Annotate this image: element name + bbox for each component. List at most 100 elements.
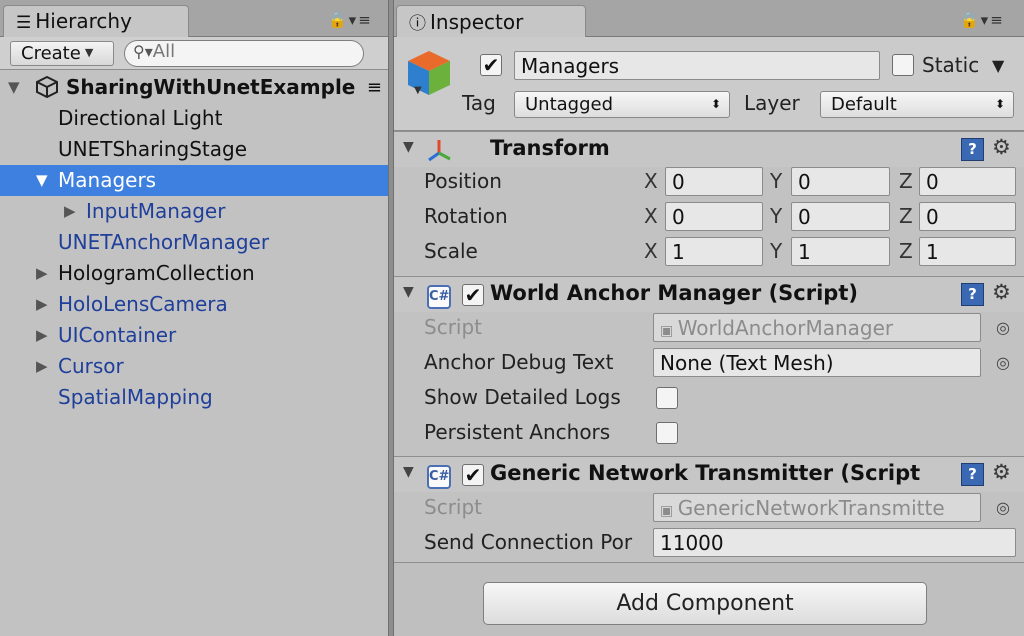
position-x-field[interactable]: 0 bbox=[665, 167, 763, 196]
position-y-field[interactable]: 0 bbox=[791, 167, 890, 196]
axis-y-label: Y bbox=[770, 169, 783, 193]
expand-closed-icon[interactable]: ▶ bbox=[36, 258, 48, 289]
transform-header[interactable]: ▼ Transform ? ⚙ bbox=[394, 131, 1024, 167]
expand-closed-icon[interactable]: ▶ bbox=[36, 289, 48, 320]
item-label: Directional Light bbox=[58, 106, 223, 130]
position-label: Position bbox=[424, 169, 502, 193]
tab-hierarchy[interactable]: ☰ Hierarchy bbox=[3, 5, 189, 38]
script-label: Script bbox=[424, 315, 483, 339]
show-detailed-logs-checkbox[interactable] bbox=[656, 387, 678, 409]
object-header: ▼ ✔ Managers Static ▼ Tag Untagged ⬍ Laye… bbox=[394, 37, 1024, 131]
gear-icon[interactable]: ⚙ bbox=[992, 280, 1011, 304]
help-icon[interactable]: ? bbox=[961, 463, 984, 486]
world-anchor-manager-title: World Anchor Manager (Script) bbox=[490, 281, 858, 305]
tab-hierarchy-label: Hierarchy bbox=[35, 9, 132, 33]
create-button[interactable]: Create ▼ bbox=[10, 41, 114, 66]
active-checkbox[interactable]: ✔ bbox=[480, 54, 502, 76]
axis-z-label: Z bbox=[899, 239, 913, 263]
show-detailed-logs-label: Show Detailed Logs bbox=[424, 385, 621, 409]
updown-icon: ⬍ bbox=[710, 97, 721, 111]
add-component-button[interactable]: Add Component bbox=[483, 582, 927, 625]
item-label: HoloLensCamera bbox=[58, 292, 228, 316]
scene-root[interactable]: ▼ SharingWithUnetExample ≡ bbox=[0, 72, 388, 103]
hierarchy-item-unet-anchor-manager[interactable]: UNETAnchorManager bbox=[0, 227, 388, 258]
static-checkbox[interactable] bbox=[892, 54, 914, 76]
component-enabled-checkbox[interactable]: ✔ bbox=[462, 464, 484, 486]
search-icon: ⚲▾ bbox=[133, 42, 153, 61]
expand-open-icon[interactable]: ▼ bbox=[8, 72, 20, 103]
expand-open-icon[interactable]: ▼ bbox=[403, 284, 414, 300]
expand-closed-icon[interactable]: ▶ bbox=[36, 320, 48, 351]
scene-menu-icon[interactable]: ≡ bbox=[367, 72, 382, 103]
persistent-anchors-checkbox[interactable] bbox=[656, 422, 678, 444]
rotation-x-field[interactable]: 0 bbox=[665, 202, 763, 231]
gear-icon[interactable]: ⚙ bbox=[992, 135, 1011, 159]
item-label: SpatialMapping bbox=[58, 385, 213, 409]
send-connection-port-field[interactable]: 11000 bbox=[653, 528, 1016, 557]
hierarchy-item-hologram-collection[interactable]: ▶ HologramCollection bbox=[0, 258, 388, 289]
hierarchy-item-input-manager[interactable]: ▶ InputManager bbox=[0, 196, 388, 227]
hierarchy-item-hololens-camera[interactable]: ▶ HoloLensCamera bbox=[0, 289, 388, 320]
object-name-field[interactable]: Managers bbox=[514, 51, 880, 80]
inspector-tabstrip: ⓘ Inspector 🔒▾≡ bbox=[394, 0, 1024, 38]
search-input[interactable]: ⚲▾All bbox=[124, 40, 364, 67]
scale-y-field[interactable]: 1 bbox=[791, 237, 890, 266]
expand-open-icon[interactable]: ▼ bbox=[403, 464, 414, 480]
axis-y-label: Y bbox=[770, 204, 783, 228]
tag-dropdown[interactable]: Untagged ⬍ bbox=[514, 91, 730, 118]
gameobject-cube-icon[interactable] bbox=[406, 49, 452, 99]
add-component-area: Add Component bbox=[394, 562, 1024, 636]
item-label: InputManager bbox=[86, 199, 226, 223]
expand-open-icon[interactable]: ▼ bbox=[36, 165, 48, 196]
axis-x-label: X bbox=[644, 239, 658, 263]
gear-icon[interactable]: ⚙ bbox=[992, 460, 1011, 484]
anchor-debug-text-label: Anchor Debug Text bbox=[424, 350, 614, 374]
component-enabled-checkbox[interactable]: ✔ bbox=[462, 284, 484, 306]
item-label: HologramCollection bbox=[58, 261, 255, 285]
anchor-debug-text-field[interactable]: None (Text Mesh) bbox=[653, 348, 981, 377]
hierarchy-toolbar: Create ▼ ⚲▾All bbox=[0, 37, 388, 70]
expand-open-icon[interactable]: ▼ bbox=[403, 139, 414, 155]
item-label: Managers bbox=[58, 168, 157, 192]
create-label: Create bbox=[21, 43, 81, 64]
generic-network-transmitter-title: Generic Network Transmitter (Script bbox=[490, 461, 921, 485]
hierarchy-item-unet-sharing-stage[interactable]: UNETSharingStage bbox=[0, 134, 388, 165]
layer-label: Layer bbox=[744, 91, 800, 115]
unity-scene-icon bbox=[36, 76, 58, 98]
lock-menu-icon[interactable]: 🔒▾≡ bbox=[328, 11, 373, 29]
script-value: GenericNetworkTransmitte bbox=[677, 496, 945, 520]
axis-x-label: X bbox=[644, 169, 658, 193]
object-picker-icon[interactable]: ◎ bbox=[996, 353, 1010, 372]
tab-inspector[interactable]: ⓘ Inspector bbox=[396, 5, 586, 38]
scale-z-field[interactable]: 1 bbox=[919, 237, 1016, 266]
hierarchy-tabstrip: ☰ Hierarchy 🔒▾≡ bbox=[0, 0, 388, 38]
scale-x-field[interactable]: 1 bbox=[665, 237, 763, 266]
world-anchor-manager-header[interactable]: ▼ C# ✔ World Anchor Manager (Script) ? ⚙ bbox=[394, 276, 1024, 312]
icon-dropdown-arrow-icon[interactable]: ▼ bbox=[414, 85, 422, 96]
expand-closed-icon[interactable]: ▶ bbox=[64, 196, 76, 227]
generic-network-transmitter-header[interactable]: ▼ C# ✔ Generic Network Transmitter (Scri… bbox=[394, 456, 1024, 492]
layer-value: Default bbox=[831, 94, 897, 115]
item-label: UNETSharingStage bbox=[58, 137, 248, 161]
object-picker-icon[interactable]: ◎ bbox=[996, 498, 1010, 517]
inspector-panel: ⓘ Inspector 🔒▾≡ ▼ ✔ Managers Static ▼ Tag… bbox=[394, 0, 1024, 636]
lock-menu-icon[interactable]: 🔒▾≡ bbox=[960, 11, 1005, 29]
object-picker-icon[interactable]: ◎ bbox=[996, 318, 1010, 337]
rotation-z-field[interactable]: 0 bbox=[919, 202, 1016, 231]
layer-dropdown[interactable]: Default ⬍ bbox=[820, 91, 1014, 118]
hierarchy-item-directional-light[interactable]: Directional Light bbox=[0, 103, 388, 134]
script-field: ▣ WorldAnchorManager bbox=[653, 313, 981, 342]
position-z-field[interactable]: 0 bbox=[919, 167, 1016, 196]
rotation-y-field[interactable]: 0 bbox=[791, 202, 890, 231]
hierarchy-item-ui-container[interactable]: ▶ UIContainer bbox=[0, 320, 388, 351]
script-file-icon: ▣ bbox=[660, 503, 678, 519]
expand-closed-icon[interactable]: ▶ bbox=[36, 351, 48, 382]
hierarchy-item-spatial-mapping[interactable]: SpatialMapping bbox=[0, 382, 388, 413]
transform-icon bbox=[428, 140, 451, 162]
help-icon[interactable]: ? bbox=[961, 138, 984, 161]
tab-inspector-label: Inspector bbox=[430, 10, 524, 34]
help-icon[interactable]: ? bbox=[961, 283, 984, 306]
hierarchy-item-cursor[interactable]: ▶ Cursor bbox=[0, 351, 388, 382]
static-dropdown-icon[interactable]: ▼ bbox=[992, 51, 1004, 80]
hierarchy-item-managers[interactable]: ▼ Managers bbox=[0, 165, 388, 196]
